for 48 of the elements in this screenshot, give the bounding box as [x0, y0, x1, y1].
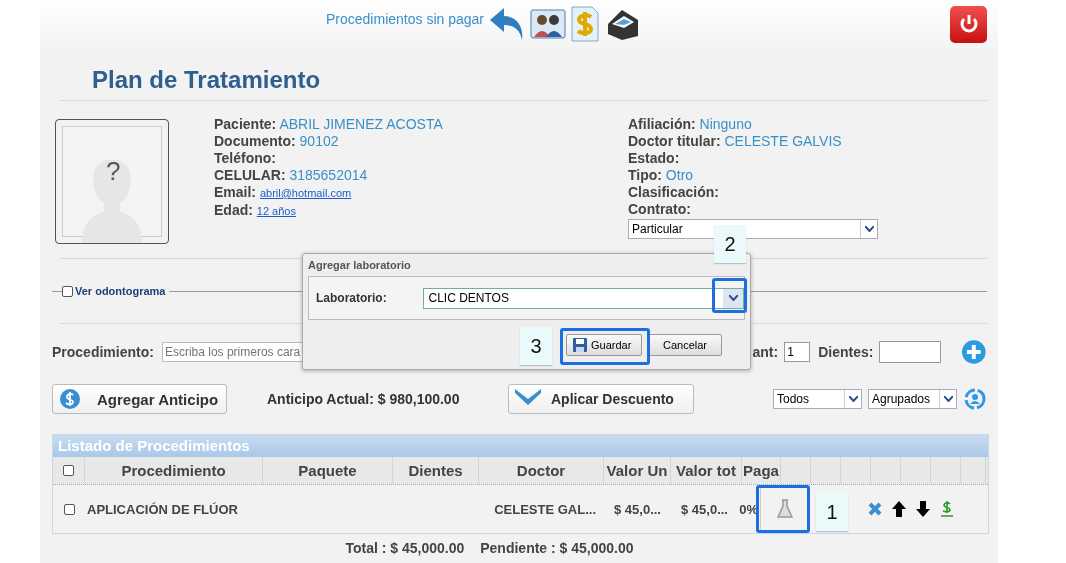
- pending-text: Pendiente : $ 45,000.00: [480, 540, 634, 556]
- current-advance-text: Anticipo Actual: $ 980,100.00: [267, 391, 461, 407]
- odontogram-label[interactable]: Ver odontograma: [75, 285, 166, 297]
- field-label: Afiliación:: [628, 116, 696, 132]
- field-label: Paciente:: [214, 116, 277, 132]
- field-value: 3185652014: [289, 167, 368, 183]
- table-cell: APLICACIÓN DE FLÚOR: [87, 501, 238, 517]
- page-title: Plan de Tratamiento: [91, 65, 322, 95]
- cancel-button[interactable]: Cancelar: [648, 334, 722, 356]
- field-label: Documento:: [214, 133, 296, 149]
- step-number: 2: [714, 225, 746, 263]
- unpaid-procedures-link[interactable]: Procedimientos sin pagar: [326, 11, 484, 27]
- teeth-label: Dientes:: [818, 344, 874, 360]
- total-text: Total : $ 45,000.00: [345, 540, 465, 556]
- step-number: 1: [816, 493, 848, 531]
- add-advance-button[interactable]: Agregar Anticipo: [52, 384, 227, 414]
- field-label: CELULAR:: [214, 167, 286, 183]
- dialog-title: Agregar laboratorio: [307, 258, 412, 273]
- quantity-label: ant:: [752, 344, 779, 360]
- question-mark: ?: [106, 156, 121, 187]
- field-value: ABRIL JIMENEZ ACOSTA: [279, 116, 443, 132]
- field-label: Tipo:: [628, 167, 662, 183]
- apply-discount-button[interactable]: Aplicar Descuento: [508, 384, 694, 414]
- field-value: Otro: [665, 167, 694, 183]
- laboratory-label: Laboratorio:: [316, 291, 388, 305]
- procedure-label: Procedimiento:: [52, 344, 154, 360]
- table-title: Listado de Procedimientos: [53, 435, 988, 457]
- field-link[interactable]: 12 años: [256, 205, 296, 217]
- field-link[interactable]: abril@hotmail.com: [259, 187, 352, 199]
- field-label: Edad:: [214, 202, 253, 218]
- table-cell: CELESTE GAL...: [494, 501, 596, 517]
- laboratory-dropdown[interactable]: CLIC DENTOS: [423, 287, 744, 309]
- field-value: Ninguno: [699, 116, 752, 132]
- step-number: 3: [520, 327, 552, 365]
- filter-dropdown[interactable]: Agrupados: [868, 389, 957, 409]
- field-value: CELESTE GALVIS: [724, 133, 842, 149]
- field-label: Email:: [214, 184, 256, 200]
- table-cell: $ 45,0...: [614, 501, 661, 517]
- field-value: 90102: [299, 133, 339, 149]
- field-label: Clasificación:: [628, 184, 720, 200]
- field-label: Contrato:: [628, 201, 691, 217]
- quantity-field[interactable]: 1: [784, 342, 811, 362]
- field-label: Doctor titular:: [628, 133, 721, 149]
- field-label: Estado:: [628, 150, 680, 166]
- save-button[interactable]: Guardar: [566, 334, 642, 356]
- field-label: Teléfono:: [214, 150, 276, 166]
- table-cell: $ 45,0...: [681, 501, 728, 517]
- filter-dropdown[interactable]: Todos: [773, 389, 862, 409]
